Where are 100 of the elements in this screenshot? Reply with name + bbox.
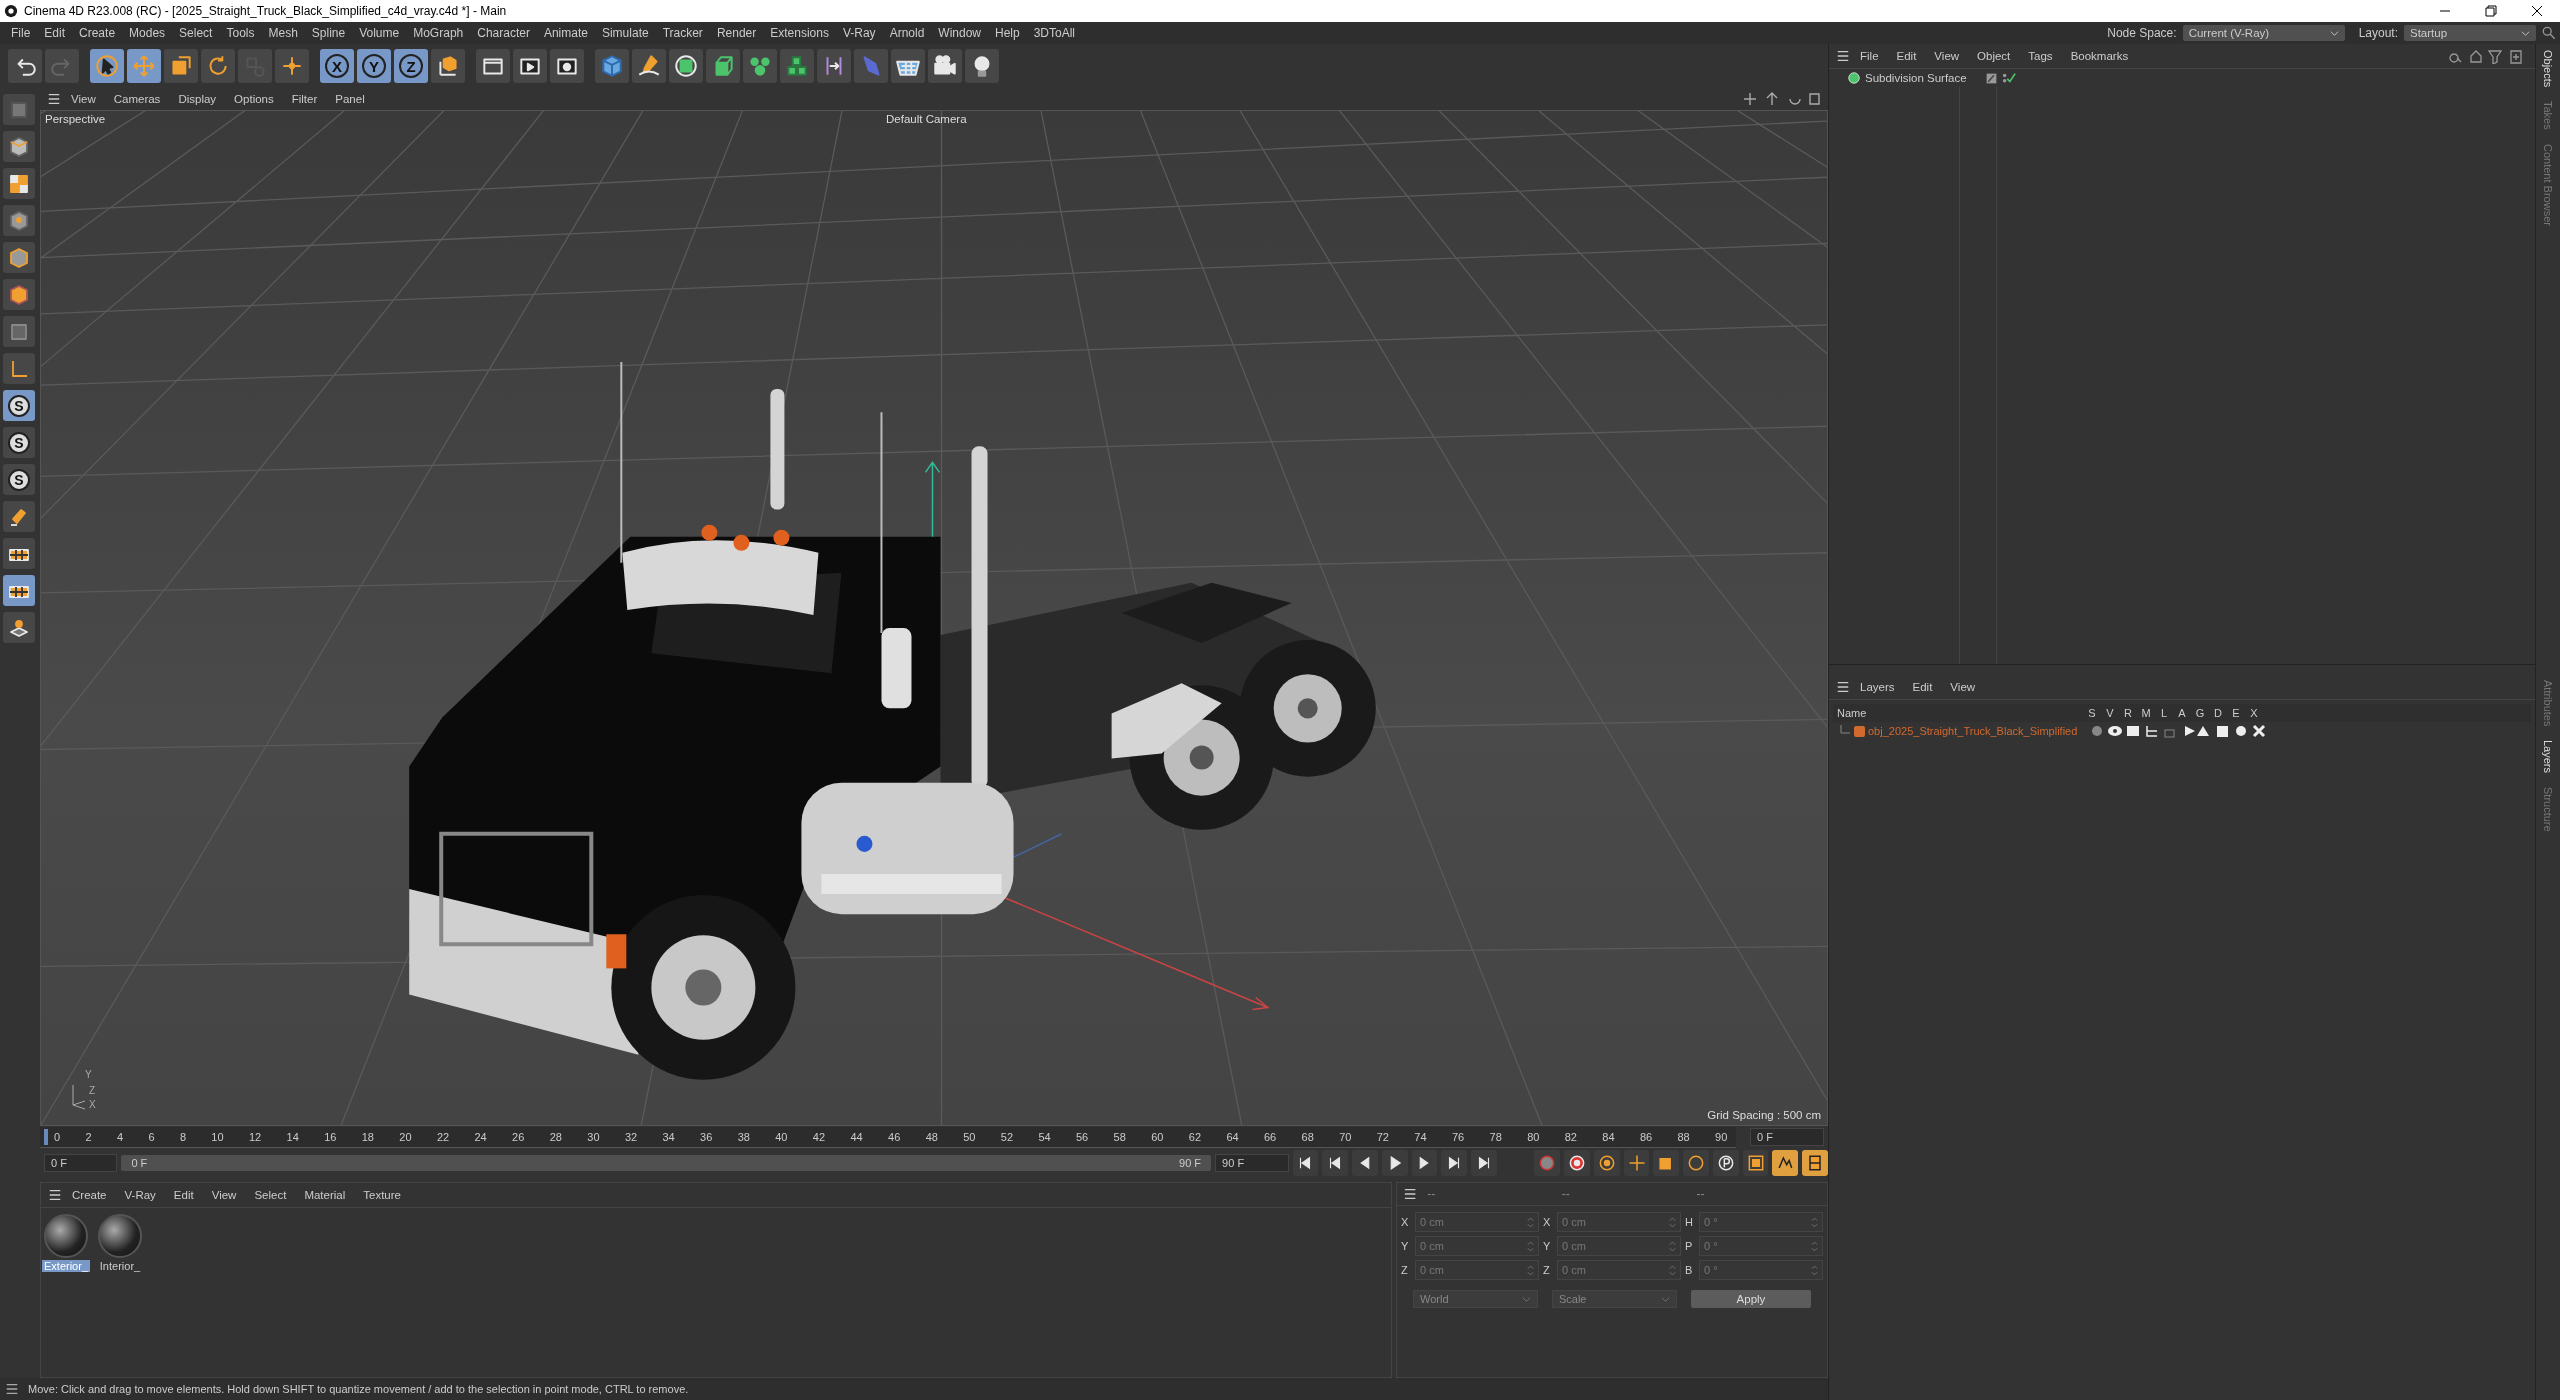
light-button[interactable] [965, 49, 999, 83]
menu-icon[interactable] [1835, 49, 1851, 63]
viewport-menu-item[interactable]: View [62, 93, 105, 105]
material-name[interactable]: Interior_ [97, 1260, 143, 1272]
snap-button[interactable]: S [3, 390, 35, 421]
menu-icon[interactable] [47, 1188, 63, 1202]
playhead[interactable] [44, 1128, 48, 1145]
record-button[interactable] [1564, 1150, 1590, 1176]
undo-button[interactable] [8, 49, 42, 83]
next-key-button[interactable] [1441, 1150, 1467, 1176]
polygons-mode-button[interactable] [3, 279, 35, 310]
uv-mode-button[interactable] [3, 316, 35, 347]
start-frame-field[interactable]: 0 F [44, 1154, 118, 1172]
viewport-menu-item[interactable]: Cameras [104, 93, 170, 105]
extrude-button[interactable] [706, 49, 740, 83]
rotate-tool-button[interactable] [201, 49, 235, 83]
material-menu-item[interactable]: Select [245, 1189, 296, 1201]
material-preview[interactable] [98, 1214, 142, 1258]
navigation-icons[interactable] [1742, 91, 1822, 107]
panel-tab[interactable]: Layers [2542, 740, 2554, 774]
menu-item[interactable]: Select [172, 26, 220, 40]
subdivision-button[interactable] [669, 49, 703, 83]
material-menu-item[interactable]: Create [63, 1189, 116, 1201]
edges-mode-button[interactable] [3, 242, 35, 273]
material-menu-item[interactable]: Texture [354, 1189, 410, 1201]
layer-name[interactable]: obj_2025_Straight_Truck_Black_Simplified [1868, 725, 2078, 737]
menu-item[interactable]: Tracker [655, 26, 710, 40]
material-menu-item[interactable]: Edit [164, 1189, 203, 1201]
go-to-start-button[interactable] [1292, 1150, 1319, 1176]
menu-item[interactable]: Edit [37, 26, 73, 40]
preview-range-field[interactable]: 0 F 90 F [121, 1155, 1212, 1171]
objects-menu-item[interactable]: Object [1968, 50, 2020, 62]
menu-icon[interactable] [46, 92, 62, 106]
previous-key-button[interactable] [1322, 1150, 1348, 1176]
menu-item[interactable]: Modes [122, 26, 173, 40]
render-settings-button[interactable] [550, 49, 584, 83]
array-button[interactable] [780, 49, 814, 83]
axis-lock-button[interactable]: Z [394, 49, 428, 83]
menu-icon[interactable] [1403, 1187, 1418, 1201]
menu-item[interactable]: Tools [219, 26, 262, 40]
deformer-button[interactable] [817, 49, 851, 83]
grid-button[interactable] [3, 538, 35, 569]
menu-item[interactable]: File [4, 26, 38, 40]
menu-icon[interactable] [4, 1382, 20, 1396]
checkmark-icon[interactable] [2002, 71, 2016, 85]
menu-item[interactable]: Spline [304, 26, 353, 40]
viewport-menu-item[interactable]: Filter [282, 93, 327, 105]
material-menu-item[interactable]: View [202, 1189, 246, 1201]
tweak-tool-button[interactable] [3, 501, 35, 532]
object-name[interactable]: Subdivision Surface [1865, 72, 1981, 84]
key-rotate-button[interactable] [1683, 1150, 1709, 1176]
transform-tool-button[interactable] [275, 49, 309, 83]
timeline-ruler[interactable]: 0 2 4 6 8 10 12 14 16 18 20 22 24 26 28 30 32 34 36 38 40 42 44 46 48 50 52 54 56 58 60 62 64 66 68 70 72 74 76 78 80 82 84 86 88 90 [40, 1126, 1736, 1148]
apply-button[interactable]: Apply [1690, 1290, 1811, 1308]
menu-item[interactable]: Character [470, 26, 537, 40]
viewport-menu-item[interactable]: Display [169, 93, 226, 105]
layer-color-swatch[interactable] [1854, 725, 1865, 737]
layers-menu-item[interactable]: Edit [1903, 681, 1942, 693]
object-mode-button[interactable] [3, 131, 35, 162]
points-mode-button[interactable] [3, 205, 35, 236]
menu-item[interactable]: Mesh [261, 26, 305, 40]
floor-button[interactable] [891, 49, 925, 83]
snap-button[interactable]: S [3, 427, 35, 458]
pen-button[interactable] [632, 49, 666, 83]
search-icon[interactable] [2542, 26, 2556, 40]
objects-menu-item[interactable]: File [1851, 50, 1888, 62]
next-frame-button[interactable] [1411, 1150, 1438, 1176]
menu-item[interactable]: Render [709, 26, 764, 40]
previous-frame-button[interactable] [1352, 1150, 1378, 1176]
node-space-dropdown[interactable]: Current (V-Ray) [2182, 25, 2345, 41]
key-parameter-button[interactable] [1713, 1150, 1739, 1176]
menu-item[interactable]: Create [72, 26, 123, 40]
viewport-menu-item[interactable]: Panel [326, 93, 374, 105]
menu-item[interactable]: Simulate [594, 26, 656, 40]
material-menu-item[interactable]: V-Ray [115, 1189, 165, 1201]
snap-button[interactable]: S [3, 464, 35, 495]
axis-lock-button[interactable]: X [320, 49, 354, 83]
3d-viewport[interactable]: Perspective Default Camera Grid Spacing : 500 cm Y Z X [40, 110, 1828, 1126]
workplane-button[interactable] [3, 612, 35, 643]
timeline-layout-button[interactable] [1802, 1150, 1828, 1176]
menu-item[interactable]: Extensions [763, 26, 836, 40]
layers-menu-item[interactable]: Layers [1851, 681, 1904, 693]
play-button[interactable] [1381, 1150, 1408, 1176]
axis-mode-button[interactable] [3, 353, 35, 384]
select-tool-button[interactable] [90, 49, 124, 83]
f-curve-button[interactable] [1772, 1150, 1799, 1176]
axis-lock-button[interactable]: Y [357, 49, 391, 83]
objects-menu-item[interactable]: Edit [1887, 50, 1926, 62]
end-frame-field[interactable]: 90 F [1215, 1154, 1289, 1172]
scale-tool-button[interactable] [164, 49, 198, 83]
texture-mode-button[interactable] [3, 168, 35, 199]
visibility-toggle-icon[interactable] [1985, 71, 1998, 85]
autokey-button[interactable] [1534, 1150, 1561, 1176]
render-view-button[interactable] [513, 49, 547, 83]
menu-item[interactable]: Arnold [882, 26, 932, 40]
panel-tab[interactable]: Objects [2542, 50, 2554, 88]
menu-item[interactable]: MoGraph [406, 26, 471, 40]
material-menu-item[interactable]: Material [295, 1189, 355, 1201]
menu-item[interactable]: Animate [536, 26, 595, 40]
key-pla-button[interactable] [1742, 1150, 1769, 1176]
